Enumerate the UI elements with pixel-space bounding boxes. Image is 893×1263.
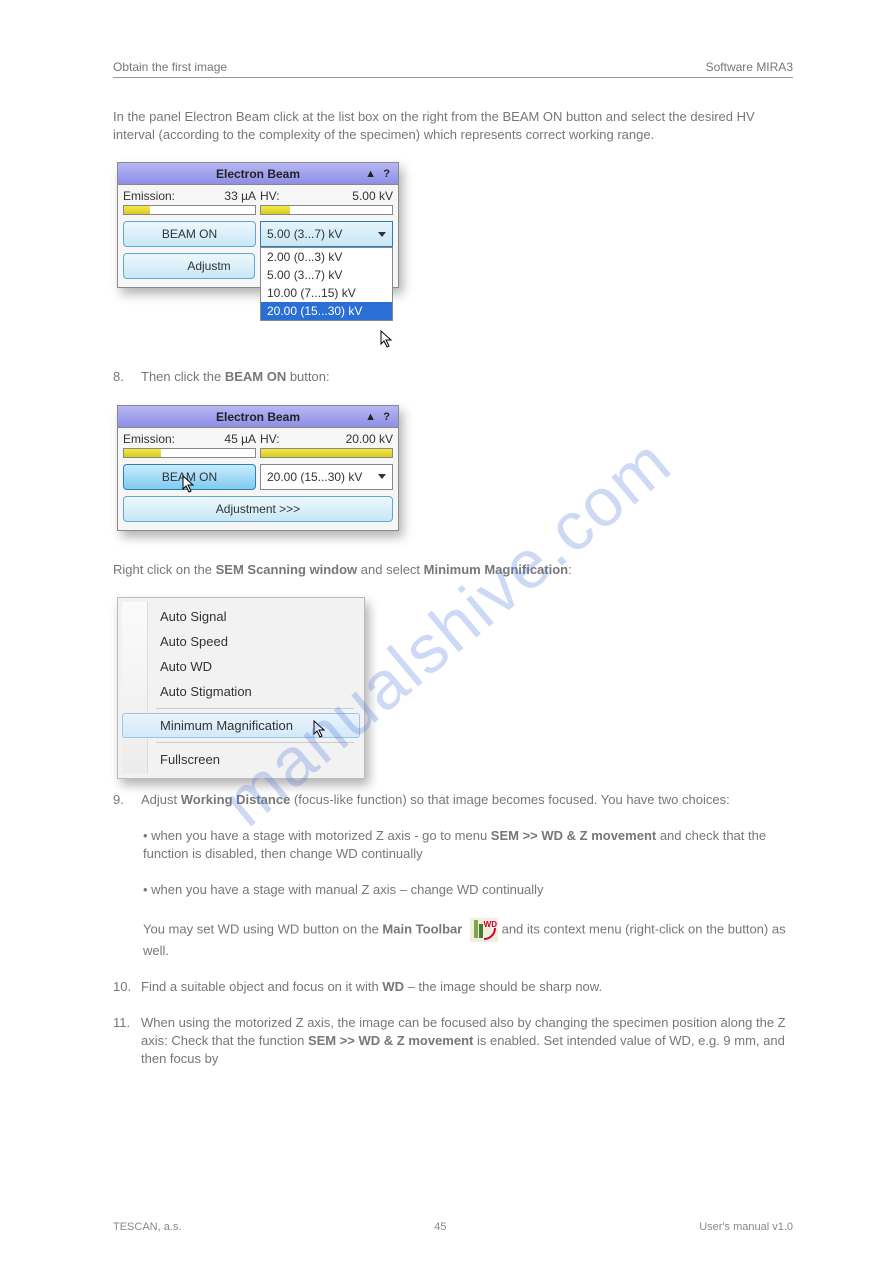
page-footer: TESCAN, a.s. 45 User's manual v1.0 xyxy=(113,1221,793,1233)
hv-value: 5.00 kV xyxy=(352,189,393,203)
electron-beam-panel-2: Electron Beam ▲ ? Emission: 45 µA HV: xyxy=(117,405,399,531)
footer-center: 45 xyxy=(434,1221,446,1233)
hv-label: HV: xyxy=(260,432,280,446)
ctx-separator xyxy=(156,742,354,743)
hv-bar xyxy=(260,448,393,458)
panel-title-text: Electron Beam xyxy=(216,410,300,424)
emission-bar-fill xyxy=(124,449,161,457)
hv-option[interactable]: 5.00 (3...7) kV xyxy=(261,266,392,284)
hv-select-value: 5.00 (3...7) kV xyxy=(267,227,342,241)
ctx-auto-wd[interactable]: Auto WD xyxy=(122,654,360,679)
panel-titlebar[interactable]: Electron Beam ▲ ? xyxy=(118,406,398,428)
cursor-icon xyxy=(313,720,329,740)
step-9-bullet-b: • when you have a stage with manual Z ax… xyxy=(143,881,793,899)
step-9: 9. Adjust Working Distance (focus-like f… xyxy=(113,791,793,809)
collapse-icon[interactable]: ▲ xyxy=(365,406,376,428)
wd-toolbar-icon[interactable]: WD xyxy=(470,918,498,942)
emission-value: 45 µA xyxy=(224,432,256,446)
footer-right: User's manual v1.0 xyxy=(699,1221,793,1233)
hv-bar xyxy=(260,205,393,215)
help-icon[interactable]: ? xyxy=(383,406,390,428)
ctx-auto-stigmation[interactable]: Auto Stigmation xyxy=(122,679,360,704)
step-9-cont: You may set WD using WD button on the Ma… xyxy=(143,918,793,960)
emission-value: 33 µA xyxy=(224,189,256,203)
emission-bar xyxy=(123,448,256,458)
ctx-min-magnification[interactable]: Minimum Magnification xyxy=(122,713,360,738)
adjustment-button[interactable]: Adjustment >>> xyxy=(123,496,393,522)
ctx-auto-signal[interactable]: Auto Signal xyxy=(122,604,360,629)
emission-label: Emission: xyxy=(123,432,175,446)
beam-on-button[interactable]: BEAM ON xyxy=(123,221,256,247)
help-icon[interactable]: ? xyxy=(383,163,390,185)
panel-title-text: Electron Beam xyxy=(216,167,300,181)
emission-label: Emission: xyxy=(123,189,175,203)
header-left: Obtain the first image xyxy=(113,60,227,74)
context-menu: Auto Signal Auto Speed Auto WD Auto Stig… xyxy=(117,597,365,779)
running-header: Obtain the first image Software MIRA3 xyxy=(113,60,793,78)
emission-bar xyxy=(123,205,256,215)
hv-bar-fill xyxy=(261,206,290,214)
panel-titlebar[interactable]: Electron Beam ▲ ? xyxy=(118,163,398,185)
step-8-text: 8. Then click the BEAM ON button: xyxy=(113,368,793,386)
hv-option[interactable]: 10.00 (7...15) kV xyxy=(261,284,392,302)
step-10: 10. Find a suitable object and focus on … xyxy=(113,978,793,996)
hv-option[interactable]: 2.00 (0...3) kV xyxy=(261,248,392,266)
hv-dropdown: 2.00 (0...3) kV 5.00 (3...7) kV 10.00 (7… xyxy=(260,247,393,321)
step-11: 11. When using the motorized Z axis, the… xyxy=(113,1014,793,1069)
ctx-auto-speed[interactable]: Auto Speed xyxy=(122,629,360,654)
intro-paragraph: In the panel Electron Beam click at the … xyxy=(113,108,793,144)
hv-value: 20.00 kV xyxy=(346,432,393,446)
emission-bar-fill xyxy=(124,206,150,214)
beam-on-button[interactable]: BEAM ON xyxy=(123,464,256,490)
ctx-separator xyxy=(156,708,354,709)
adjustment-button-truncated[interactable]: Adjustm xyxy=(123,253,255,279)
chevron-down-icon xyxy=(378,474,386,479)
hv-label: HV: xyxy=(260,189,280,203)
collapse-icon[interactable]: ▲ xyxy=(365,163,376,185)
hv-select[interactable]: 5.00 (3...7) kV 2.00 (0...3) kV 5.00 (3.… xyxy=(260,221,393,247)
step-context-text: Right click on the SEM Scanning window a… xyxy=(113,561,793,579)
hv-bar-fill xyxy=(261,449,392,457)
hv-select-value: 20.00 (15...30) kV xyxy=(267,470,362,484)
chevron-down-icon xyxy=(378,232,386,237)
header-right: Software MIRA3 xyxy=(706,60,793,74)
electron-beam-panel-1: Electron Beam ▲ ? Emission: 33 µA HV: xyxy=(117,162,399,288)
footer-left: TESCAN, a.s. xyxy=(113,1221,181,1233)
hv-option-highlight[interactable]: 20.00 (15...30) kV xyxy=(261,302,392,320)
step-9-bullet-a: • when you have a stage with motorized Z… xyxy=(143,827,793,863)
ctx-fullscreen[interactable]: Fullscreen xyxy=(122,747,360,772)
hv-select[interactable]: 20.00 (15...30) kV xyxy=(260,464,393,490)
